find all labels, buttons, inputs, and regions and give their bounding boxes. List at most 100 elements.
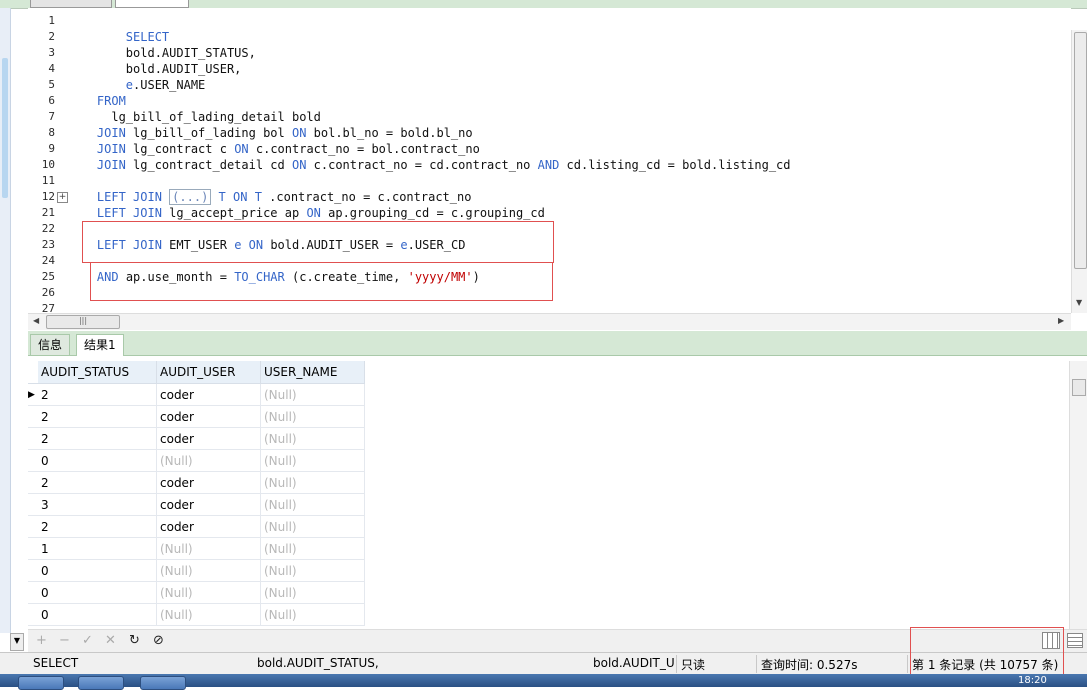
row-indicator[interactable] xyxy=(28,603,38,626)
grid-vertical-scrollbar[interactable] xyxy=(1069,361,1087,629)
code-line[interactable]: JOIN lg_contract c ON c.contract_no = bo… xyxy=(68,141,791,157)
row-indicator[interactable] xyxy=(28,471,38,494)
row-indicator[interactable] xyxy=(28,515,38,538)
table-cell[interactable]: 2 xyxy=(38,427,157,450)
table-cell[interactable]: coder xyxy=(156,493,261,516)
table-row[interactable]: ▶ 2 coder (Null) xyxy=(28,383,365,406)
table-cell[interactable]: (Null) xyxy=(156,603,261,626)
collapsed-subquery[interactable]: (...) xyxy=(169,189,212,205)
table-cell[interactable]: coder xyxy=(156,405,261,428)
editor-horizontal-scrollbar[interactable]: ◀ ||| ▶ xyxy=(28,313,1071,330)
tab-result1[interactable]: 结果1 xyxy=(76,334,124,356)
scroll-right-arrow-icon[interactable]: ▶ xyxy=(1058,316,1064,325)
table-cell[interactable]: (Null) xyxy=(260,537,365,560)
table-row[interactable]: 0 (Null) (Null) xyxy=(28,581,365,604)
table-cell[interactable]: (Null) xyxy=(260,427,365,450)
table-cell[interactable]: (Null) xyxy=(260,581,365,604)
editor-vscroll-thumb[interactable] xyxy=(1074,32,1087,269)
taskbar-button-folder[interactable] xyxy=(18,676,64,690)
row-indicator[interactable] xyxy=(28,449,38,472)
result-grid[interactable]: AUDIT_STATUS AUDIT_USER USER_NAME ▶ 2 code… xyxy=(28,361,1068,629)
scroll-left-arrow-icon[interactable]: ◀ xyxy=(33,316,39,325)
stop-icon[interactable]: ⊘ xyxy=(153,633,164,648)
table-row[interactable]: 2 coder (Null) xyxy=(28,405,365,428)
table-cell[interactable]: coder xyxy=(156,427,261,450)
table-cell[interactable]: 1 xyxy=(38,537,157,560)
table-row[interactable]: 1 (Null) (Null) xyxy=(28,537,365,560)
apply-changes-icon[interactable]: ✓ xyxy=(82,633,93,648)
add-record-icon[interactable]: + xyxy=(36,633,47,648)
code-line[interactable]: JOIN lg_contract_detail cd ON c.contract… xyxy=(68,157,791,173)
code-line[interactable]: bold.AUDIT_STATUS, xyxy=(68,45,791,61)
table-cell[interactable]: 3 xyxy=(38,493,157,516)
fold-expand-icon[interactable]: + xyxy=(57,192,68,203)
document-tab-inactive[interactable] xyxy=(30,0,112,8)
row-indicator[interactable] xyxy=(28,559,38,582)
taskbar-button-browser[interactable] xyxy=(140,676,186,690)
row-indicator[interactable] xyxy=(28,537,38,560)
document-tab-active[interactable] xyxy=(115,0,189,8)
code-line[interactable] xyxy=(68,13,791,29)
table-cell[interactable]: 0 xyxy=(38,449,157,472)
result-table[interactable]: AUDIT_STATUS AUDIT_USER USER_NAME ▶ 2 code… xyxy=(28,361,365,626)
table-row[interactable]: 0 (Null) (Null) xyxy=(28,449,365,472)
table-cell[interactable]: 2 xyxy=(38,405,157,428)
delete-record-icon[interactable]: − xyxy=(59,633,70,648)
table-cell[interactable]: (Null) xyxy=(260,405,365,428)
form-view-icon[interactable] xyxy=(1067,633,1083,648)
table-cell[interactable]: (Null) xyxy=(156,449,261,472)
table-cell[interactable]: (Null) xyxy=(260,471,365,494)
table-row[interactable]: 3 coder (Null) xyxy=(28,493,365,516)
row-indicator[interactable] xyxy=(28,405,38,428)
table-cell[interactable]: (Null) xyxy=(260,493,365,516)
code-line[interactable]: JOIN lg_bill_of_lading bol ON bol.bl_no … xyxy=(68,125,791,141)
table-cell[interactable]: (Null) xyxy=(156,559,261,582)
column-header-audit-status[interactable]: AUDIT_STATUS xyxy=(38,361,157,384)
row-indicator[interactable] xyxy=(28,427,38,450)
table-cell[interactable]: (Null) xyxy=(260,559,365,582)
tab-info[interactable]: 信息 xyxy=(30,334,71,355)
table-cell[interactable]: 0 xyxy=(38,581,157,604)
table-cell[interactable]: (Null) xyxy=(156,537,261,560)
table-cell[interactable]: 2 xyxy=(38,515,157,538)
table-cell[interactable]: coder xyxy=(156,383,261,406)
refresh-icon[interactable]: ↻ xyxy=(129,633,140,648)
code-line[interactable] xyxy=(68,301,791,313)
splitter-grip[interactable] xyxy=(2,58,8,198)
code-line[interactable]: SELECT xyxy=(68,29,791,45)
table-cell[interactable]: 0 xyxy=(38,603,157,626)
column-header-audit-user[interactable]: AUDIT_USER xyxy=(156,361,261,384)
table-row[interactable]: 2 coder (Null) xyxy=(28,427,365,450)
scroll-down-arrow-icon[interactable]: ▼ xyxy=(1076,298,1082,307)
code-line[interactable]: LEFT JOIN (...) T ON T .contract_no = c.… xyxy=(68,189,791,205)
cancel-changes-icon[interactable]: ✕ xyxy=(105,633,116,648)
taskbar-button-app[interactable] xyxy=(78,676,124,690)
table-cell[interactable]: (Null) xyxy=(260,449,365,472)
table-cell[interactable]: (Null) xyxy=(260,515,365,538)
sql-editor[interactable]: 1 2 3 4 5 6 7 8 9 10 11 12 21 22 23 24 25 26 27 + SELECT b… xyxy=(28,8,1071,313)
editor-hscroll-thumb[interactable]: ||| xyxy=(46,315,120,329)
grid-vscroll-thumb[interactable] xyxy=(1072,379,1086,396)
table-cell[interactable]: 2 xyxy=(38,471,157,494)
table-cell[interactable]: coder xyxy=(156,471,261,494)
code-line[interactable]: lg_bill_of_lading_detail bold xyxy=(68,109,791,125)
code-line[interactable]: bold.AUDIT_USER, xyxy=(68,61,791,77)
table-cell[interactable]: (Null) xyxy=(260,383,365,406)
table-cell[interactable]: (Null) xyxy=(156,581,261,604)
table-row[interactable]: 0 (Null) (Null) xyxy=(28,603,365,626)
table-cell[interactable]: coder xyxy=(156,515,261,538)
table-row[interactable]: 0 (Null) (Null) xyxy=(28,559,365,582)
column-header-user-name[interactable]: USER_NAME xyxy=(260,361,365,384)
table-cell[interactable]: 2 xyxy=(38,383,157,406)
row-indicator[interactable] xyxy=(28,493,38,516)
row-indicator[interactable]: ▶ xyxy=(28,383,38,406)
code-line[interactable]: e.USER_NAME xyxy=(68,77,791,93)
table-row[interactable]: 2 coder (Null) xyxy=(28,471,365,494)
code-line[interactable]: LEFT JOIN lg_accept_price ap ON ap.group… xyxy=(68,205,791,221)
table-row[interactable]: 2 coder (Null) xyxy=(28,515,365,538)
code-line[interactable]: FROM xyxy=(68,93,791,109)
code-line[interactable] xyxy=(68,173,791,189)
collapse-down-icon[interactable]: ▼ xyxy=(10,633,24,651)
row-indicator[interactable] xyxy=(28,581,38,604)
editor-vertical-scrollbar[interactable]: ▼ xyxy=(1071,30,1087,313)
